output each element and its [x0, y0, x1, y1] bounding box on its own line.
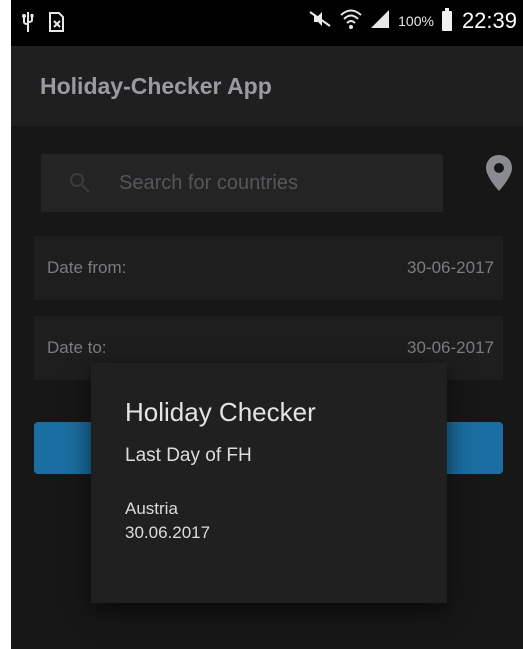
dialog-date: 30.06.2017 [125, 523, 211, 542]
wifi-icon [340, 9, 362, 34]
no-sim-icon [49, 12, 65, 37]
date-from-row[interactable]: Date from: 30-06-2017 [34, 236, 503, 300]
app-bar: Holiday-Checker App [11, 46, 523, 126]
search-input[interactable]: Search for countries [41, 154, 443, 212]
location-pin-icon[interactable] [485, 154, 513, 197]
date-from-label: Date from: [47, 258, 127, 277]
usb-icon [21, 12, 35, 37]
date-to-value[interactable]: 30-06-2017 [407, 338, 494, 358]
date-from-value[interactable]: 30-06-2017 [407, 258, 494, 278]
dialog-title: Holiday Checker [125, 397, 316, 427]
battery-icon [441, 8, 452, 31]
signal-icon [370, 9, 390, 34]
status-bar: 100% 22:39 [11, 0, 523, 46]
holiday-dialog[interactable]: Holiday Checker Last Day of FH Austria 3… [91, 363, 447, 603]
search-icon [69, 172, 91, 199]
mute-icon [308, 10, 332, 33]
app-title: Holiday-Checker App [40, 73, 272, 99]
battery-percent: 100% [398, 13, 434, 29]
date-to-label: Date to: [47, 338, 107, 357]
search-placeholder: Search for countries [119, 172, 298, 194]
dialog-country: Austria [125, 499, 178, 518]
phone-screen: 100% 22:39 Holiday-Checker App Search fo… [11, 0, 523, 649]
main-content: Search for countries Date from: 30-06-20… [11, 126, 523, 649]
dialog-holiday-name: Last Day of FH [125, 445, 252, 466]
clock: 22:39 [461, 8, 517, 33]
